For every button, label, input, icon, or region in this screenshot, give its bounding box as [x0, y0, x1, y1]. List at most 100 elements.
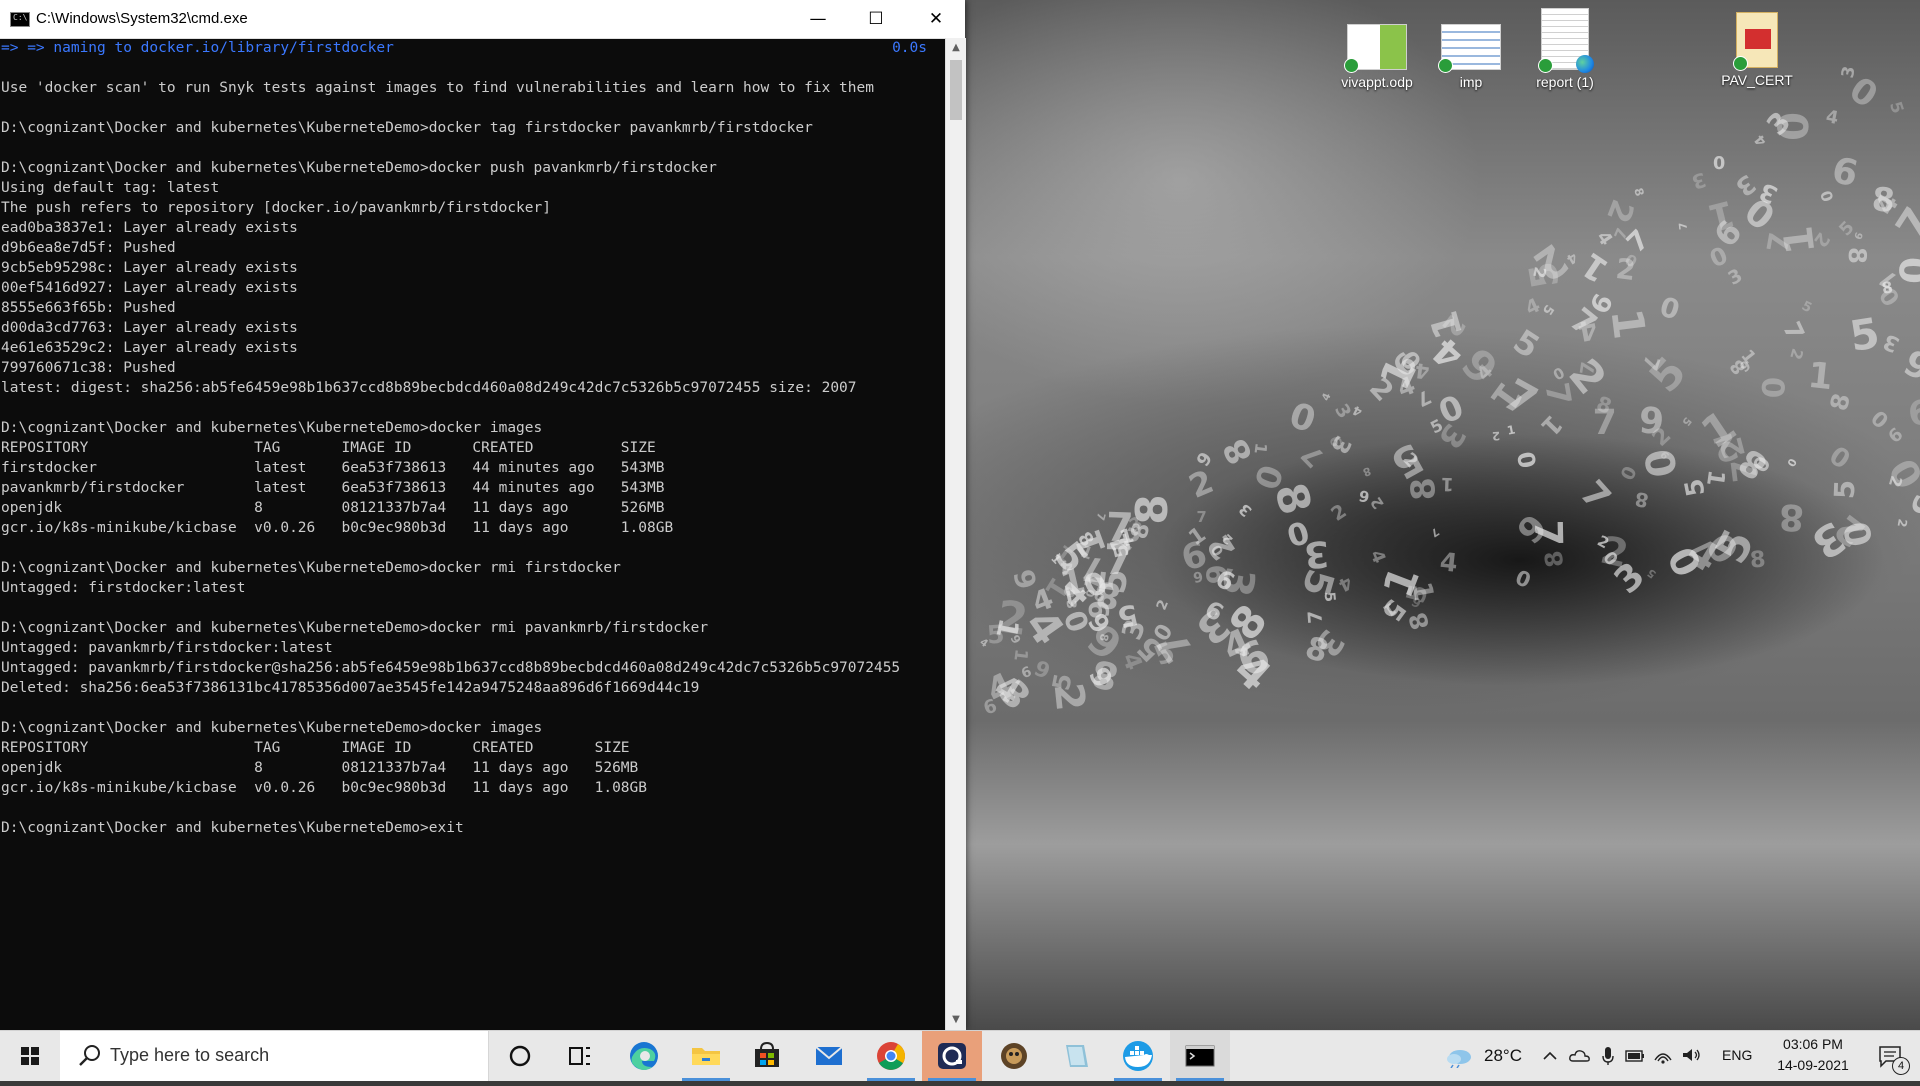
taskbar: Type here to search 28°C ENG 03:06 PM 14… [0, 1030, 1920, 1081]
sync-check-icon [1733, 56, 1748, 71]
input-language[interactable]: ENG [1722, 1047, 1752, 1063]
wallpaper-glyph: 1 [1574, 244, 1616, 291]
wallpaper-glyph: 4 [1319, 391, 1334, 403]
volume-icon[interactable] [1680, 1045, 1704, 1065]
microphone-icon[interactable] [1600, 1045, 1616, 1067]
minimize-button[interactable]: — [789, 0, 847, 38]
start-button[interactable] [0, 1031, 60, 1081]
wallpaper-glyph: 4 [1751, 131, 1771, 149]
console-line: D:\cognizant\Docker and kubernetes\Kuber… [1, 720, 543, 736]
scroll-up-arrow-icon[interactable]: ▲ [946, 38, 966, 58]
desktop-icon-label: PAV_CERT [1721, 72, 1793, 88]
onedrive-cloud-icon[interactable] [1568, 1046, 1592, 1066]
wallpaper-glyph: 3 [1234, 499, 1255, 521]
task-view-icon [569, 1047, 590, 1065]
console-line: 4e61e63529c2: Layer already exists [1, 340, 298, 356]
wallpaper-glyph: 8 [1360, 463, 1373, 479]
wallpaper-glyph: 8 [1632, 486, 1650, 512]
edge-taskbar-button[interactable] [614, 1031, 674, 1081]
wallpaper-glyph: 0 [1713, 154, 1726, 175]
wallpaper-glyph: 4 [1824, 107, 1841, 130]
console-line: d00da3cd7763: Layer already exists [1, 320, 298, 336]
wallpaper-glyph: 3 [1837, 64, 1860, 80]
vertical-scrollbar[interactable]: ▲ ▼ [945, 38, 966, 1030]
console-line: latest: digest: sha256:ab5fe6459e98b1b63… [1, 380, 857, 396]
wallpaper-glyph: 5 [1678, 414, 1694, 429]
wallpaper-glyph: 5 [1846, 307, 1883, 361]
wallpaper-glyph: 4 [1350, 402, 1365, 420]
wallpaper-glyph: 9 [1882, 422, 1906, 446]
app-taskbar-button[interactable] [922, 1031, 982, 1081]
mail-button[interactable] [799, 1031, 859, 1081]
wallpaper-glyph: 3 [1725, 265, 1747, 291]
wallpaper-glyph: 1 [1774, 223, 1825, 257]
console-line: pavankmrb/firstdocker latest 6ea53f73861… [1, 480, 665, 496]
wallpaper-glyph: 5 [1827, 479, 1862, 500]
search-icon [79, 1045, 100, 1066]
desktop-icon-pav-cert[interactable]: PAV_CERT [1712, 12, 1802, 88]
edge-pdf-file-icon [1538, 8, 1594, 73]
console-line: The push refers to repository [docker.io… [1, 200, 551, 216]
cortana-button[interactable] [490, 1031, 550, 1081]
wallpaper-glyph: 7 [1525, 519, 1570, 547]
wallpaper-glyph: 7 [1304, 609, 1328, 625]
console-line: ead0ba3837e1: Layer already exists [1, 220, 298, 236]
docker-taskbar-button[interactable] [1108, 1031, 1168, 1081]
wallpaper-glyph: 2 [1785, 346, 1807, 362]
scroll-down-arrow-icon[interactable]: ▼ [946, 1010, 966, 1030]
weather-temperature[interactable]: 28°C [1484, 1046, 1522, 1066]
console-line: => => naming to docker.io/library/firstd… [1, 40, 394, 56]
console-output[interactable]: => => naming to docker.io/library/firstd… [1, 38, 945, 1030]
desktop-icon-vivappt[interactable]: vivappt.odp [1332, 24, 1422, 90]
cmd-icon-text: C:\ [13, 13, 28, 22]
notes-taskbar-button[interactable] [1046, 1031, 1106, 1081]
wallpaper-glyph: 4 [1438, 546, 1460, 579]
pdf-badge [1745, 29, 1771, 49]
wallpaper-glyph: 1 [1534, 408, 1568, 442]
battery-icon[interactable] [1624, 1047, 1646, 1065]
clock-time: 03:06 PM [1783, 1036, 1843, 1052]
wallpaper-glyph: 8 [1843, 247, 1873, 265]
desktop-icon-imp[interactable]: imp [1426, 24, 1516, 90]
pdf-file-icon [1733, 12, 1778, 71]
cmd-taskbar-button[interactable] [1170, 1031, 1230, 1081]
notification-center-button[interactable]: 4 [1866, 1031, 1920, 1081]
wallpaper-glyph: 0 [1614, 462, 1640, 484]
taskbar-search-box[interactable]: Type here to search [60, 1031, 489, 1081]
console-line: openjdk 8 08121337b7a4 11 days ago 526MB [1, 760, 639, 776]
wallpaper-glyph: 8 [1778, 495, 1806, 539]
file-explorer-button[interactable] [676, 1031, 736, 1081]
notification-count-badge: 4 [1892, 1057, 1910, 1075]
cmd-window[interactable]: C:\ C:\Windows\System32\cmd.exe — ☐ ✕ =>… [0, 0, 966, 1030]
wallpaper-glyph: 1 [1009, 647, 1031, 663]
game-taskbar-button[interactable] [984, 1031, 1044, 1081]
wallpaper-glyph: 0 [1878, 451, 1920, 497]
clock[interactable]: 03:06 PM 14-09-2021 [1768, 1034, 1858, 1076]
chrome-browser-icon [877, 1042, 905, 1070]
wifi-icon[interactable] [1652, 1045, 1674, 1065]
close-button[interactable]: ✕ [907, 0, 965, 38]
desktop-icon-label: report (1) [1536, 74, 1594, 90]
wallpaper-glyph: 0 [1784, 455, 1800, 469]
wallpaper-glyph: 4 [1116, 649, 1148, 674]
chrome-button[interactable] [861, 1031, 921, 1081]
store-button[interactable] [737, 1031, 797, 1081]
wallpaper-glyph: 3 [1212, 563, 1265, 601]
sync-check-icon [1344, 58, 1359, 73]
title-bar[interactable]: C:\ C:\Windows\System32\cmd.exe — ☐ ✕ [0, 0, 965, 39]
wallpaper-glyph: 0 [1247, 459, 1292, 495]
task-view-button[interactable] [550, 1031, 610, 1081]
weather-icon[interactable] [1444, 1044, 1474, 1068]
console-line: D:\cognizant\Docker and kubernetes\Kuber… [1, 420, 543, 436]
desktop-icon-report[interactable]: report (1) [1520, 8, 1610, 90]
scroll-thumb[interactable] [950, 60, 962, 120]
wallpaper-glyph: 2 [1326, 498, 1351, 526]
wallpaper-glyph: 9 [1850, 230, 1864, 241]
maximize-button[interactable]: ☐ [847, 0, 905, 38]
chevron-up-icon[interactable] [1540, 1046, 1560, 1066]
wallpaper-glyph: 0 [1657, 288, 1685, 324]
